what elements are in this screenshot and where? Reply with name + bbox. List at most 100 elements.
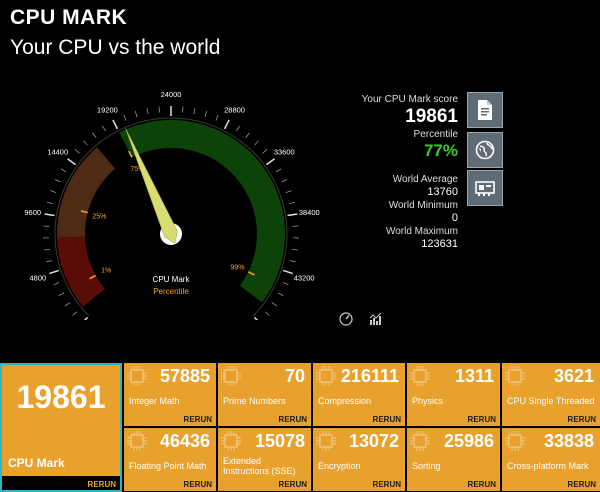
gauge-tick-label: 28800 xyxy=(224,105,245,114)
benchmark-tile-value: 13072 xyxy=(348,431,399,451)
benchmark-tile[interactable]: 15078 Extended Instructions (SSE) RERUN xyxy=(218,428,311,491)
percentile-label: Percentile xyxy=(413,129,458,140)
benchmark-tile[interactable]: 33838 Cross-platform Mark RERUN xyxy=(502,428,600,491)
gauge-tick-label: 24000 xyxy=(161,90,182,99)
chip-icon xyxy=(505,366,525,386)
benchmark-tile[interactable]: 13072 Encryption RERUN xyxy=(313,428,405,491)
hardware-card-icon xyxy=(475,181,495,196)
rerun-button[interactable]: RERUN xyxy=(568,415,596,424)
page-title: CPU MARK xyxy=(10,6,128,29)
gauge-minor-tick xyxy=(46,201,53,204)
gauge-minor-tick xyxy=(146,108,149,115)
hardware-button[interactable] xyxy=(467,170,503,206)
chip-icon xyxy=(127,366,147,386)
benchmark-tile[interactable]: 57885 Integer Math RERUN xyxy=(124,363,216,426)
chip-icon xyxy=(410,431,430,451)
gauge-tick-label: 9600 xyxy=(24,208,41,217)
gauge-minor-tick xyxy=(53,282,60,286)
benchmark-tile-label: Sorting xyxy=(412,461,441,471)
rerun-button[interactable]: RERUN xyxy=(468,415,496,424)
rerun-button[interactable]: RERUN xyxy=(468,480,496,489)
cpu-mark-rerun-button[interactable]: RERUN xyxy=(88,480,116,489)
benchmark-tile[interactable]: 25986 Sorting RERUN xyxy=(407,428,500,491)
gauge-tick xyxy=(253,316,259,320)
cpu-mark-tile-label: CPU Mark xyxy=(8,456,65,470)
gauge-tick-label: 14400 xyxy=(47,148,68,157)
benchmark-tile-label: Cross-platform Mark xyxy=(507,461,589,471)
gauge-minor-tick xyxy=(277,292,284,296)
gauge-minor-tick xyxy=(72,311,78,316)
gauge-tick xyxy=(49,269,60,275)
gauge-tick-label: 19200 xyxy=(97,105,118,114)
rerun-button[interactable]: RERUN xyxy=(279,480,307,489)
document-button[interactable] xyxy=(467,92,503,128)
rerun-button[interactable]: RERUN xyxy=(184,415,212,424)
gauge-minor-tick xyxy=(289,201,296,204)
gauge-minor-tick xyxy=(282,282,289,286)
chart-icon[interactable] xyxy=(369,312,383,326)
rerun-button[interactable]: RERUN xyxy=(568,480,596,489)
gauge-minor-tick xyxy=(46,260,53,263)
benchmark-tile-value: 46436 xyxy=(159,431,210,451)
benchmark-tile-label: Integer Math xyxy=(129,396,180,406)
gauge-tick xyxy=(67,158,76,166)
speedometer-icon[interactable] xyxy=(339,312,353,326)
benchmark-tile[interactable]: 3621 CPU Single Threaded RERUN xyxy=(502,363,600,426)
gauge-minor-tick xyxy=(236,125,240,132)
score-panel: Your CPU Mark score 19861 Percentile 77%… xyxy=(308,94,458,251)
gauge-minor-tick xyxy=(102,125,106,132)
gauge-center-sublabel: Percentile xyxy=(153,287,189,296)
gauge-minor-tick xyxy=(60,168,67,173)
gauge-tick xyxy=(223,119,230,130)
cpu-mark-tile-value: 19861 xyxy=(16,379,106,415)
benchmark-tile-label: Physics xyxy=(412,396,444,406)
rerun-button[interactable]: RERUN xyxy=(373,415,401,424)
benchmark-tile-label: Floating Point Math xyxy=(129,461,207,471)
gauge-zone-high xyxy=(119,120,285,303)
benchmark-tile[interactable]: 70 Prime Numbers RERUN xyxy=(218,363,311,426)
gauge-minor-tick xyxy=(182,106,184,113)
gauge-minor-tick xyxy=(254,140,259,146)
your-score-label: Your CPU Mark score xyxy=(361,94,458,105)
your-score-value: 19861 xyxy=(405,106,458,127)
gauge-minor-tick xyxy=(193,108,196,115)
benchmark-tiles: 19861 CPU Mark RERUN 57885 Integer Math RE… xyxy=(0,363,600,492)
gauge-minor-tick xyxy=(92,132,97,138)
gauge-minor-tick xyxy=(271,302,278,307)
gauge-tick-label: 4800 xyxy=(30,273,47,282)
benchmark-tile-value: 1311 xyxy=(454,366,494,386)
benchmark-tile[interactable]: 46436 Floating Point Math RERUN xyxy=(124,428,216,491)
benchmark-tile-label: CPU Single Threaded xyxy=(507,396,595,406)
rerun-button[interactable]: RERUN xyxy=(279,415,307,424)
benchmark-tile-label: Prime Numbers xyxy=(223,396,286,406)
gauge-minor-tick xyxy=(245,132,250,138)
rerun-button[interactable]: RERUN xyxy=(184,480,212,489)
percentile-label: 25% xyxy=(92,214,106,221)
world-button[interactable] xyxy=(467,132,503,168)
benchmark-tile-label: Compression xyxy=(318,396,372,406)
gauge-center-label: CPU Mark xyxy=(153,275,191,284)
gauge-minor-tick xyxy=(289,260,296,263)
gauge-minor-tick xyxy=(262,149,268,154)
chip-icon xyxy=(505,431,525,451)
gauge-minor-tick xyxy=(204,110,208,117)
benchmark-tile[interactable]: 1311 Physics RERUN xyxy=(407,363,500,426)
benchmark-tile[interactable]: 216111 Compression RERUN xyxy=(313,363,405,426)
gauge-tick xyxy=(282,269,293,275)
gauge-tick xyxy=(266,158,275,166)
gauge-minor-tick xyxy=(281,179,287,183)
world-average-label: World Average xyxy=(392,174,458,185)
rerun-button[interactable]: RERUN xyxy=(373,480,401,489)
cpu-mark-tile[interactable]: 19861 CPU Mark RERUN xyxy=(0,363,122,492)
gauge-minor-tick xyxy=(43,248,51,251)
gauge-zone-low xyxy=(57,236,105,307)
chip-icon xyxy=(221,366,241,386)
benchmark-tile-value: 70 xyxy=(284,366,305,386)
benchmark-tile-value: 216111 xyxy=(340,366,399,386)
gauge-minor-tick xyxy=(285,190,292,194)
globe-icon xyxy=(475,140,495,160)
gauge-tick-label: 33600 xyxy=(274,148,295,157)
gauge-minor-tick xyxy=(58,292,65,296)
percentile-value: 77% xyxy=(423,141,458,160)
gauge-minor-tick xyxy=(215,114,219,121)
